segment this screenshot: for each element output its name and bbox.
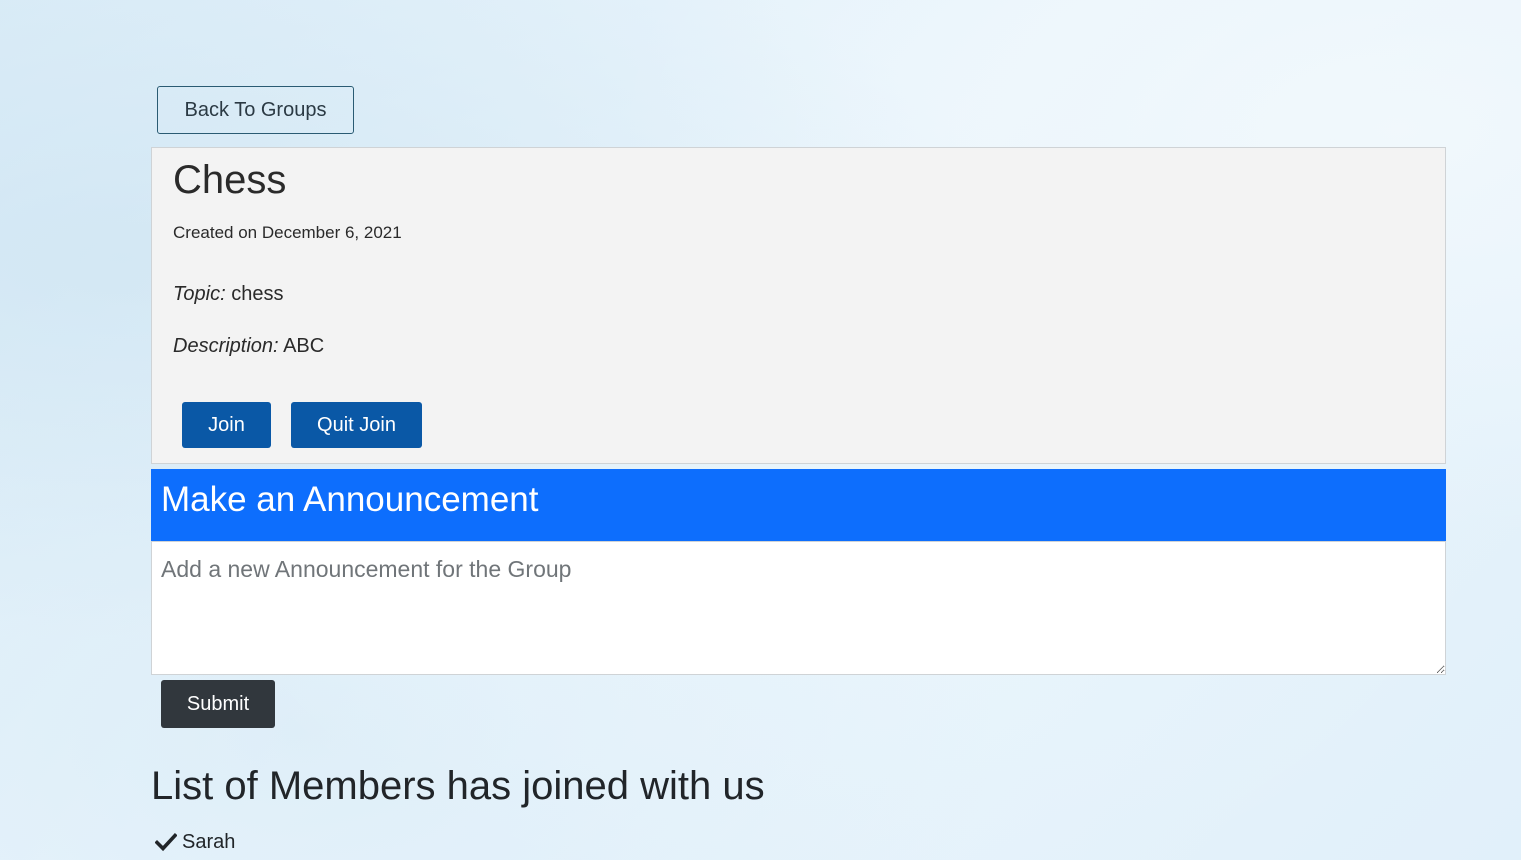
join-button[interactable]: Join — [182, 402, 271, 448]
group-topic: Topic: chess — [173, 283, 283, 306]
group-details-card: Chess Created on December 6, 2021 Topic:… — [151, 147, 1446, 464]
group-title: Chess — [173, 158, 287, 202]
back-to-groups-button[interactable]: Back To Groups — [157, 86, 354, 134]
announcement-textarea[interactable] — [151, 541, 1446, 675]
description-label: Description: — [173, 335, 279, 357]
announcement-header: Make an Announcement — [151, 469, 1446, 541]
group-created-date: Created on December 6, 2021 — [173, 223, 402, 242]
members-heading: List of Members has joined with us — [151, 764, 765, 808]
member-name: Sarah — [182, 830, 236, 853]
topic-value: chess — [231, 283, 284, 305]
group-description: Description: ABC — [173, 335, 324, 358]
topic-label: Topic: — [173, 283, 226, 305]
quit-join-button[interactable]: Quit Join — [291, 402, 422, 448]
announcement-heading: Make an Announcement — [161, 480, 539, 519]
members-list: Sarah — [154, 829, 236, 855]
description-value: ABC — [283, 335, 325, 357]
check-icon — [154, 832, 178, 852]
submit-button[interactable]: Submit — [161, 680, 275, 728]
member-item: Sarah — [154, 829, 236, 855]
